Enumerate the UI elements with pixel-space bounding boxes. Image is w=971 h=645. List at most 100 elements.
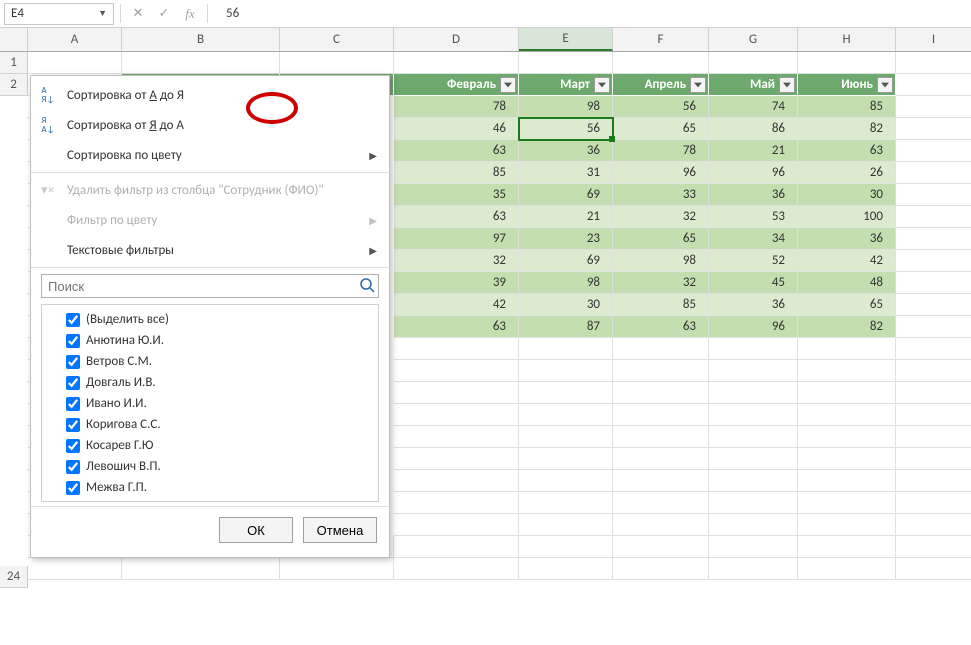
filter-value-item[interactable]: Коригова С.С. [44,414,376,435]
cell[interactable] [519,426,613,448]
cell[interactable]: 65 [613,228,709,250]
cell[interactable]: 32 [613,206,709,228]
cell[interactable]: 98 [519,272,613,294]
cell[interactable] [613,360,709,382]
cell[interactable] [798,52,896,74]
cell[interactable] [896,492,971,514]
cell[interactable] [394,426,519,448]
cell[interactable] [394,470,519,492]
cell[interactable] [519,536,613,558]
cell[interactable]: 63 [394,316,519,338]
cell[interactable] [896,52,971,74]
cell[interactable]: 98 [519,96,613,118]
cell[interactable] [122,558,280,580]
table-header[interactable]: Апрель [613,74,709,96]
cell[interactable]: 63 [394,140,519,162]
cell[interactable] [613,514,709,536]
cell[interactable] [896,228,971,250]
cell[interactable]: 39 [394,272,519,294]
col-header[interactable]: D [394,28,519,51]
cell[interactable] [896,470,971,492]
filter-values-list[interactable]: (Выделить все) Анютина Ю.И. Ветров С.М. … [41,304,379,502]
cell[interactable] [709,382,798,404]
cell[interactable] [613,558,709,580]
col-header[interactable]: I [896,28,971,51]
cell[interactable]: 42 [394,294,519,316]
cell[interactable]: 31 [519,162,613,184]
cell[interactable]: 98 [613,250,709,272]
cell[interactable] [709,536,798,558]
cell[interactable]: 36 [798,228,896,250]
cell[interactable] [613,492,709,514]
filter-value-item[interactable]: Анютина Ю.И. [44,330,376,351]
checkbox[interactable] [66,460,80,474]
cell[interactable] [394,382,519,404]
cell[interactable] [798,470,896,492]
filter-value-item[interactable]: Ивано И.И. [44,393,376,414]
cell[interactable]: 78 [394,96,519,118]
cell[interactable] [519,470,613,492]
cell[interactable] [122,52,280,74]
cell[interactable]: 52 [709,250,798,272]
filter-dropdown-icon[interactable] [877,77,893,93]
cell[interactable] [798,448,896,470]
cell[interactable] [798,404,896,426]
cell[interactable]: 33 [613,184,709,206]
cell[interactable] [896,250,971,272]
col-header[interactable]: H [798,28,896,51]
cell[interactable] [896,96,971,118]
cell[interactable] [709,470,798,492]
row-header[interactable]: 1 [0,52,28,74]
cell[interactable]: 45 [709,272,798,294]
cell[interactable]: 65 [798,294,896,316]
filter-dropdown-icon[interactable] [690,77,706,93]
cell[interactable] [613,52,709,74]
cell[interactable] [896,162,971,184]
cell[interactable] [896,74,971,96]
cell[interactable]: 96 [709,162,798,184]
cell[interactable] [613,426,709,448]
cell[interactable]: 96 [613,162,709,184]
cell[interactable] [709,558,798,580]
checkbox[interactable] [66,355,80,369]
cell[interactable] [896,294,971,316]
checkbox[interactable] [66,418,80,432]
cell[interactable] [798,382,896,404]
filter-value-item[interactable]: Косарев Г.Ю [44,435,376,456]
cell[interactable] [709,52,798,74]
cell[interactable] [896,316,971,338]
table-header[interactable]: Май [709,74,798,96]
sort-za-item[interactable]: ЯА↓ Сортировка от Я до А [31,110,389,140]
cell[interactable]: 82 [798,316,896,338]
cell[interactable] [394,558,519,580]
selected-cell[interactable]: 56 [519,118,613,140]
cell[interactable]: 96 [709,316,798,338]
text-filters-item[interactable]: Текстовые фильтры ▶ [31,235,389,265]
cell[interactable] [519,492,613,514]
cell[interactable] [896,404,971,426]
cell[interactable] [896,558,971,580]
table-header[interactable]: Июнь [798,74,896,96]
cell[interactable] [896,360,971,382]
cancel-button[interactable]: Отмена [303,517,377,543]
cell[interactable]: 78 [613,140,709,162]
cell[interactable]: 32 [394,250,519,272]
filter-dropdown-icon[interactable] [779,77,795,93]
cell[interactable]: 34 [709,228,798,250]
col-header[interactable]: C [280,28,394,51]
cell[interactable]: 30 [519,294,613,316]
cell[interactable] [519,360,613,382]
cell[interactable] [519,558,613,580]
cell[interactable] [394,52,519,74]
cell[interactable] [896,206,971,228]
cell[interactable] [519,338,613,360]
cell[interactable]: 63 [394,206,519,228]
col-header[interactable]: B [122,28,280,51]
ok-button[interactable]: ОК [219,517,293,543]
cell[interactable]: 36 [519,140,613,162]
formula-value[interactable]: 56 [214,6,967,21]
cell[interactable] [28,52,122,74]
cell[interactable]: 86 [709,118,798,140]
cell[interactable] [896,448,971,470]
cell[interactable]: 82 [798,118,896,140]
